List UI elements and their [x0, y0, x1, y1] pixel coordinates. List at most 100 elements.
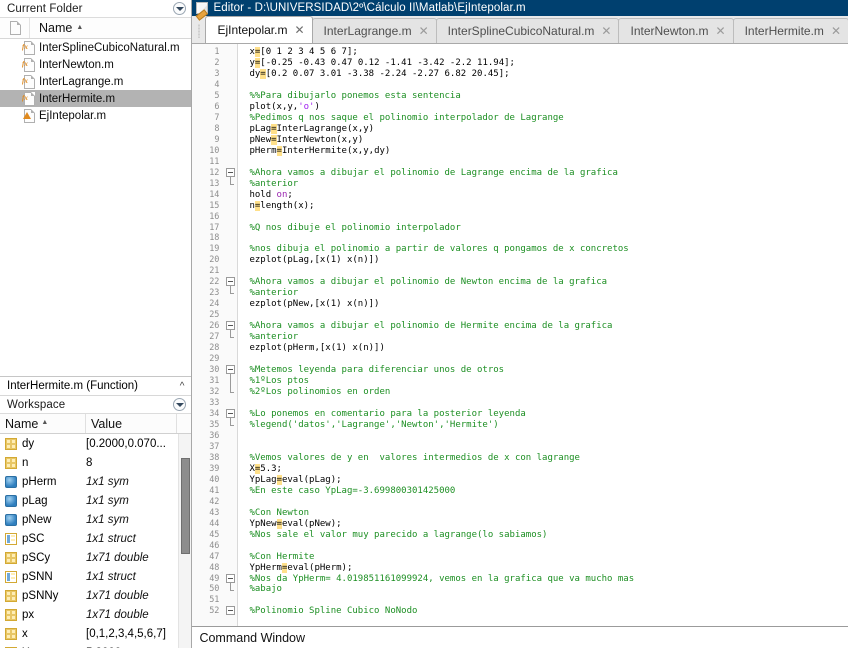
chevron-up-icon[interactable]: ^: [180, 381, 185, 392]
workspace-title: Workspace: [7, 399, 65, 411]
code-fold-toggle[interactable]: [226, 168, 235, 177]
command-window-title: Command Window: [199, 631, 305, 645]
workspace-scrollbar[interactable]: [178, 434, 191, 648]
workspace-variable-name: pSCy: [22, 552, 50, 564]
editor-tabstrip[interactable]: EjIntepolar.m✕InterLagrange.m✕InterSplin…: [192, 16, 848, 44]
workspace-variable-value: [0,1,2,3,4,5,6,7]: [86, 628, 191, 640]
m-function-file-icon: fx: [22, 58, 35, 72]
command-window-panel[interactable]: Command Window: [192, 626, 848, 648]
editor-tab-InterHermite-m[interactable]: InterHermite.m ✕: [733, 18, 848, 43]
file-list-item[interactable]: fxInterNewton.m: [0, 56, 191, 73]
matrix-icon: [5, 457, 17, 469]
workspace-variable-row[interactable]: x [0,1,2,3,4,5,6,7]: [0, 624, 191, 643]
code-editor[interactable]: 1234567891011121314151617181920212223242…: [192, 44, 848, 626]
tabstrip-drag-handle[interactable]: [194, 19, 203, 43]
left-docked-panels: Current Folder Name ▲ fxInterSplineCubic…: [0, 0, 192, 648]
workspace-variable-name-cell: pHerm: [0, 476, 86, 488]
code-fold-toggle[interactable]: [226, 277, 235, 286]
name-column-header[interactable]: Name ▲: [30, 21, 191, 35]
tab-label: InterNewton.m: [630, 24, 708, 38]
workspace-variable-row[interactable]: X5.3000: [0, 643, 191, 648]
code-text-area[interactable]: x=[0 1 2 3 4 5 6 7];y=[-0.25 -0.43 0.47 …: [238, 44, 848, 626]
m-function-file-icon: fx: [22, 92, 35, 106]
tab-close-icon[interactable]: ✕: [601, 25, 611, 37]
struct-icon: [5, 533, 17, 545]
code-fold-toggle[interactable]: [226, 365, 235, 374]
workspace-name-label: Name: [5, 417, 38, 431]
workspace-variable-value: [0.2000,0.070...: [86, 438, 191, 450]
file-list-item[interactable]: fx InterLagrange.m: [0, 73, 191, 90]
workspace-variable-name-cell: pSCy: [0, 552, 86, 564]
workspace-name-column-header[interactable]: Name ▲: [0, 414, 86, 433]
workspace-variable-name: pHerm: [22, 476, 57, 488]
m-function-file-icon: fx: [22, 75, 35, 89]
workspace-variable-name-cell: pLag: [0, 495, 86, 507]
code-fold-toggle[interactable]: [226, 574, 235, 583]
workspace-variable-row[interactable]: pSNNy 1x71 double: [0, 586, 191, 605]
tab-close-icon[interactable]: ✕: [419, 25, 429, 37]
current-folder-file-list[interactable]: fxInterSplineCubicoNatural.mfxInterNewto…: [0, 39, 191, 124]
code-fold-range-line: [230, 177, 231, 184]
tab-label: InterSplineCubicoNatural.m: [448, 24, 595, 38]
workspace-variable-row[interactable]: pSC1x1 struct: [0, 529, 191, 548]
workspace-variable-row[interactable]: px1x71 double: [0, 605, 191, 624]
file-list-item[interactable]: fx InterHermite.m: [0, 90, 191, 107]
file-name-label: InterLagrange.m: [39, 76, 123, 88]
editor-tab-InterLagrange-m[interactable]: InterLagrange.m ✕: [312, 18, 437, 43]
workspace-variable-value: 1x1 struct: [86, 533, 191, 545]
workspace-variable-row[interactable]: pLag1x1 sym: [0, 491, 191, 510]
workspace-column-header: Name ▲ Value: [0, 414, 191, 434]
workspace-value-column-header[interactable]: Value: [86, 414, 177, 433]
code-fold-range-end: [230, 590, 234, 591]
struct-icon: [5, 571, 17, 583]
workspace-variable-name: x: [22, 628, 28, 640]
tab-label: InterHermite.m: [745, 24, 824, 38]
workspace-variable-name-cell: pSNNy: [0, 590, 86, 602]
workspace-variable-value: 1x71 double: [86, 590, 191, 602]
matrix-icon: [5, 552, 17, 564]
workspace-variable-row[interactable]: pHerm1x1 sym: [0, 472, 191, 491]
matrix-icon: [5, 438, 17, 450]
editor-tab-EjIntepolar-m[interactable]: EjIntepolar.m✕: [205, 16, 312, 43]
tab-label: InterLagrange.m: [324, 24, 412, 38]
editor-tab-InterSplineCubicoNatural-m[interactable]: InterSplineCubicoNatural.m ✕: [436, 18, 620, 43]
blank-page-icon: [8, 21, 21, 35]
file-detail-bar[interactable]: InterHermite.m (Function) ^: [0, 376, 191, 396]
file-name-label: InterHermite.m: [39, 93, 115, 105]
name-column-label: Name: [39, 21, 72, 35]
workspace-variable-list[interactable]: dy[0.2000,0.070...n8pHerm1x1 sympLag1x1 …: [0, 434, 191, 648]
tab-close-icon[interactable]: ✕: [294, 24, 304, 36]
workspace-variable-row[interactable]: pNew1x1 sym: [0, 510, 191, 529]
code-fold-range-end: [230, 337, 234, 338]
current-folder-title: Current Folder: [7, 3, 83, 15]
code-fold-column[interactable]: [224, 44, 238, 626]
code-fold-toggle[interactable]: [226, 321, 235, 330]
workspace-variable-name-cell: pSC: [0, 533, 86, 545]
file-list-item[interactable]: EjIntepolar.m: [0, 107, 191, 124]
chevron-down-circle-icon[interactable]: [173, 2, 186, 15]
code-fold-toggle[interactable]: [226, 606, 235, 615]
workspace-variable-row[interactable]: pSNN1x1 struct: [0, 567, 191, 586]
workspace-variable-name-cell: dy: [0, 438, 86, 450]
code-fold-range-end: [230, 184, 234, 185]
workspace-scrollbar-thumb[interactable]: [181, 458, 190, 554]
m-function-file-icon: fx: [22, 41, 35, 55]
window-titlebar: Editor - D:\UNIVERSIDAD\2º\Cálculo II\Ma…: [192, 0, 848, 16]
current-folder-column-header: Name ▲: [0, 18, 191, 39]
tab-close-icon[interactable]: ✕: [831, 25, 841, 37]
editor-tab-InterNewton-m[interactable]: InterNewton.m ✕: [618, 18, 733, 43]
code-fold-toggle[interactable]: [226, 409, 235, 418]
matrix-icon: [5, 609, 17, 621]
tab-close-icon[interactable]: ✕: [716, 25, 726, 37]
sort-ascending-icon: ▲: [76, 24, 83, 31]
workspace-variable-value: 1x71 double: [86, 552, 191, 564]
matrix-icon: [5, 590, 17, 602]
workspace-variable-row[interactable]: dy[0.2000,0.070...: [0, 434, 191, 453]
file-list-item[interactable]: fxInterSplineCubicoNatural.m: [0, 39, 191, 56]
workspace-variable-name: pSNNy: [22, 590, 58, 602]
matrix-icon: [5, 628, 17, 640]
workspace-variable-row[interactable]: pSCy 1x71 double: [0, 548, 191, 567]
workspace-variable-name-cell: x: [0, 628, 86, 640]
workspace-variable-row[interactable]: n8: [0, 453, 191, 472]
chevron-down-circle-icon[interactable]: [173, 398, 186, 411]
